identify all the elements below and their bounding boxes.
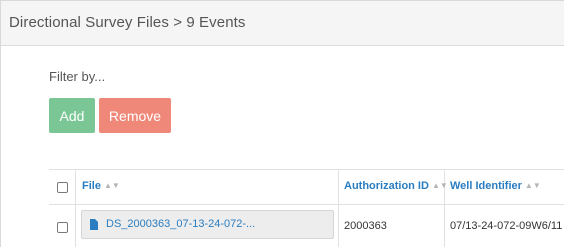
sort-icon[interactable]: ▲▼ — [104, 181, 120, 190]
row-checkbox[interactable] — [57, 222, 68, 233]
authorization-id-cell: 2000363 — [344, 220, 387, 232]
panel-header: Directional Survey Files > 9 Events — [1, 1, 564, 46]
add-button[interactable]: Add — [49, 98, 95, 133]
column-header-authorization-id-label: Authorization ID — [344, 180, 429, 192]
column-header-file-label: File — [82, 180, 101, 192]
directional-survey-panel: Directional Survey Files > 9 Events Filt… — [0, 0, 564, 247]
file-link[interactable]: DS_2000363_07-13-24-072-... — [106, 218, 255, 230]
table-header-row: File ▲▼ Authorization ID ▲▼ Well Identifie… — [49, 170, 564, 205]
column-header-well-identifier[interactable]: Well Identifier ▲▼ — [450, 180, 541, 192]
table-row[interactable]: DS_2000363_07-13-24-072-... 2000363 07/1… — [49, 205, 564, 247]
remove-button[interactable]: Remove — [99, 98, 171, 133]
select-all-checkbox[interactable] — [57, 182, 68, 193]
sort-icon[interactable]: ▲▼ — [432, 181, 448, 190]
filter-label[interactable]: Filter by... — [49, 69, 105, 84]
file-icon — [90, 219, 98, 230]
well-identifier-cell: 07/13-24-072-09W6/11 — [450, 220, 563, 232]
panel-title: Directional Survey Files > 9 Events — [9, 14, 246, 31]
column-header-file[interactable]: File ▲▼ — [82, 180, 120, 192]
column-header-well-identifier-label: Well Identifier — [450, 180, 522, 192]
file-chip[interactable]: DS_2000363_07-13-24-072-... — [81, 210, 334, 239]
sort-icon[interactable]: ▲▼ — [525, 181, 541, 190]
events-table: File ▲▼ Authorization ID ▲▼ Well Identifie… — [49, 169, 564, 247]
column-header-authorization-id[interactable]: Authorization ID ▲▼ — [344, 180, 448, 192]
